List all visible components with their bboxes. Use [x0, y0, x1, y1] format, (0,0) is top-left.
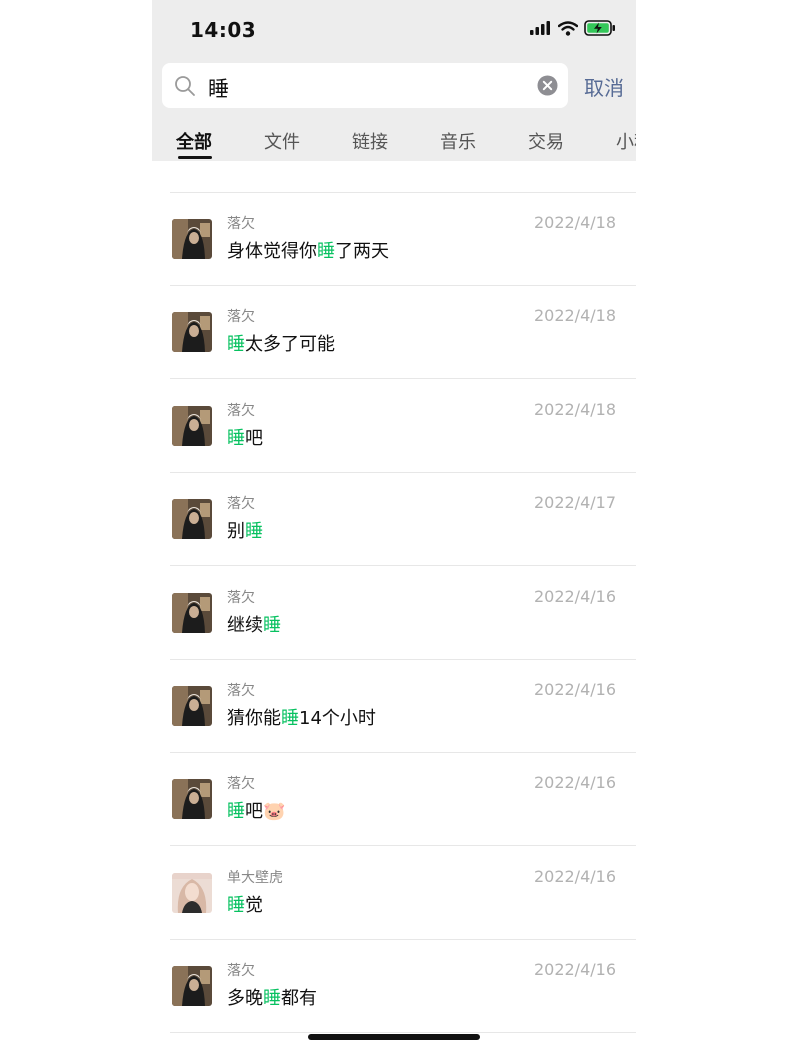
message-snippet: 继续睡: [227, 611, 281, 637]
result-row[interactable]: 落欠多晚睡都有 2022/4/16: [152, 940, 636, 1034]
message-text: 多晚: [227, 988, 263, 1010]
avatar[interactable]: [172, 405, 212, 446]
avatar[interactable]: [172, 872, 212, 913]
avatar[interactable]: [172, 686, 212, 726]
keyword-highlight: 睡: [227, 801, 245, 823]
battery-charging-icon: [584, 20, 615, 36]
message-text: 吧🐷: [245, 801, 286, 823]
result-row[interactable]: 落欠继续睡 2022/4/16: [152, 567, 636, 660]
result-row[interactable]: 落欠猜你能睡14个小时 2022/4/16: [152, 660, 636, 753]
sender-name: 落欠: [227, 309, 255, 326]
result-row[interactable]: 落欠别睡 2022/4/17: [152, 473, 636, 567]
keyword-highlight: 睡: [263, 988, 281, 1010]
message-date: 2022/4/16: [533, 866, 616, 886]
sender-name: 落欠: [227, 776, 255, 793]
keyword-highlight: 睡: [227, 334, 245, 356]
message-date: 2022/4/18: [533, 213, 616, 232]
result-row[interactable]: 落欠睡太多了可能 2022/4/18: [152, 286, 636, 380]
result-row[interactable]: 落欠睡吧 2022/4/18: [152, 380, 636, 473]
keyword-highlight: 睡: [263, 614, 281, 636]
status-time: 14:03: [190, 18, 257, 42]
clear-icon[interactable]: [537, 75, 558, 96]
message-snippet: 别睡: [227, 517, 263, 543]
tab-links[interactable]: 链接: [352, 128, 388, 154]
tab-music[interactable]: 音乐: [440, 128, 476, 154]
message-date: 2022/4/18: [533, 399, 616, 419]
message-text: 继续: [227, 614, 263, 636]
home-indicator[interactable]: [308, 1034, 480, 1040]
result-row[interactable]: 落欠身体觉得你睡了两天 2022/4/18: [152, 193, 636, 286]
search-header: 14:03 睡 取消 全部 文件 链接 音乐 交易 小: [152, 0, 636, 161]
sender-name: 落欠: [227, 963, 255, 980]
message-snippet: 多晚睡都有: [227, 984, 317, 1010]
status-icons: [530, 20, 616, 36]
result-row[interactable]: 单大壁虎睡觉 2022/4/16: [152, 847, 636, 940]
keyword-highlight: 睡: [281, 708, 299, 729]
message-text: 身体觉得你: [227, 241, 317, 262]
avatar[interactable]: [172, 779, 212, 820]
search-query-text: 睡: [208, 77, 229, 101]
avatar[interactable]: [172, 219, 212, 259]
wifi-icon: [558, 20, 578, 36]
avatar[interactable]: [172, 966, 212, 1007]
message-text: 都有: [281, 988, 317, 1010]
keyword-highlight: 睡: [227, 894, 245, 916]
message-date: 2022/4/16: [533, 960, 616, 980]
message-snippet: 身体觉得你睡了两天: [227, 237, 389, 263]
message-text: 觉: [245, 894, 263, 916]
avatar[interactable]: [172, 592, 212, 633]
message-snippet: 睡吧🐷: [227, 797, 285, 823]
message-text: 吧: [245, 427, 263, 449]
keyword-highlight: 睡: [317, 241, 335, 262]
message-text: 了两天: [335, 241, 389, 262]
message-date: 2022/4/17: [533, 493, 616, 513]
sender-name: 落欠: [227, 216, 255, 232]
message-text: 14个小时: [299, 708, 376, 729]
tab-mini-programs[interactable]: 小程序: [616, 128, 636, 154]
signal-icon: [530, 21, 550, 35]
search-icon: [175, 76, 195, 96]
tab-all[interactable]: 全部: [176, 128, 212, 154]
sender-name: 落欠: [227, 589, 255, 606]
message-date: 2022/4/18: [533, 306, 616, 326]
tab-files[interactable]: 文件: [264, 128, 300, 154]
message-text: 猜你能: [227, 708, 281, 729]
message-text: 别: [227, 521, 245, 543]
phone-screen: 落欠 身体觉得你睡了两天 2022/4/18 落欠 睡太多了可能 2022/4/18 落欠睡…: [152, 0, 636, 1051]
message-snippet: 睡觉: [227, 891, 263, 917]
keyword-highlight: 睡: [245, 521, 263, 543]
sender-name: 落欠: [227, 683, 255, 699]
sender-name: 落欠: [227, 496, 255, 513]
message-text: 太多了可能: [245, 334, 335, 356]
message-date: 2022/4/16: [533, 586, 616, 606]
message-snippet: 睡太多了可能: [227, 330, 335, 356]
avatar[interactable]: [172, 499, 212, 540]
sender-name: 落欠: [227, 402, 255, 419]
message-date: 2022/4/16: [533, 773, 616, 793]
cancel-button[interactable]: 取消: [584, 72, 624, 101]
avatar[interactable]: [172, 312, 212, 353]
result-row[interactable]: 落欠睡吧🐷 2022/4/16: [152, 753, 636, 847]
sender-name: 单大壁虎: [227, 869, 283, 886]
message-snippet: 睡吧: [227, 424, 263, 450]
category-tabs: 全部 文件 链接 音乐 交易 小程序: [152, 126, 636, 159]
message-date: 2022/4/16: [533, 680, 616, 699]
keyword-highlight: 睡: [227, 427, 245, 449]
message-snippet: 猜你能睡14个小时: [227, 704, 376, 730]
search-input[interactable]: 睡: [162, 63, 568, 108]
active-tab-indicator: [178, 156, 212, 159]
tab-transactions[interactable]: 交易: [528, 128, 564, 154]
